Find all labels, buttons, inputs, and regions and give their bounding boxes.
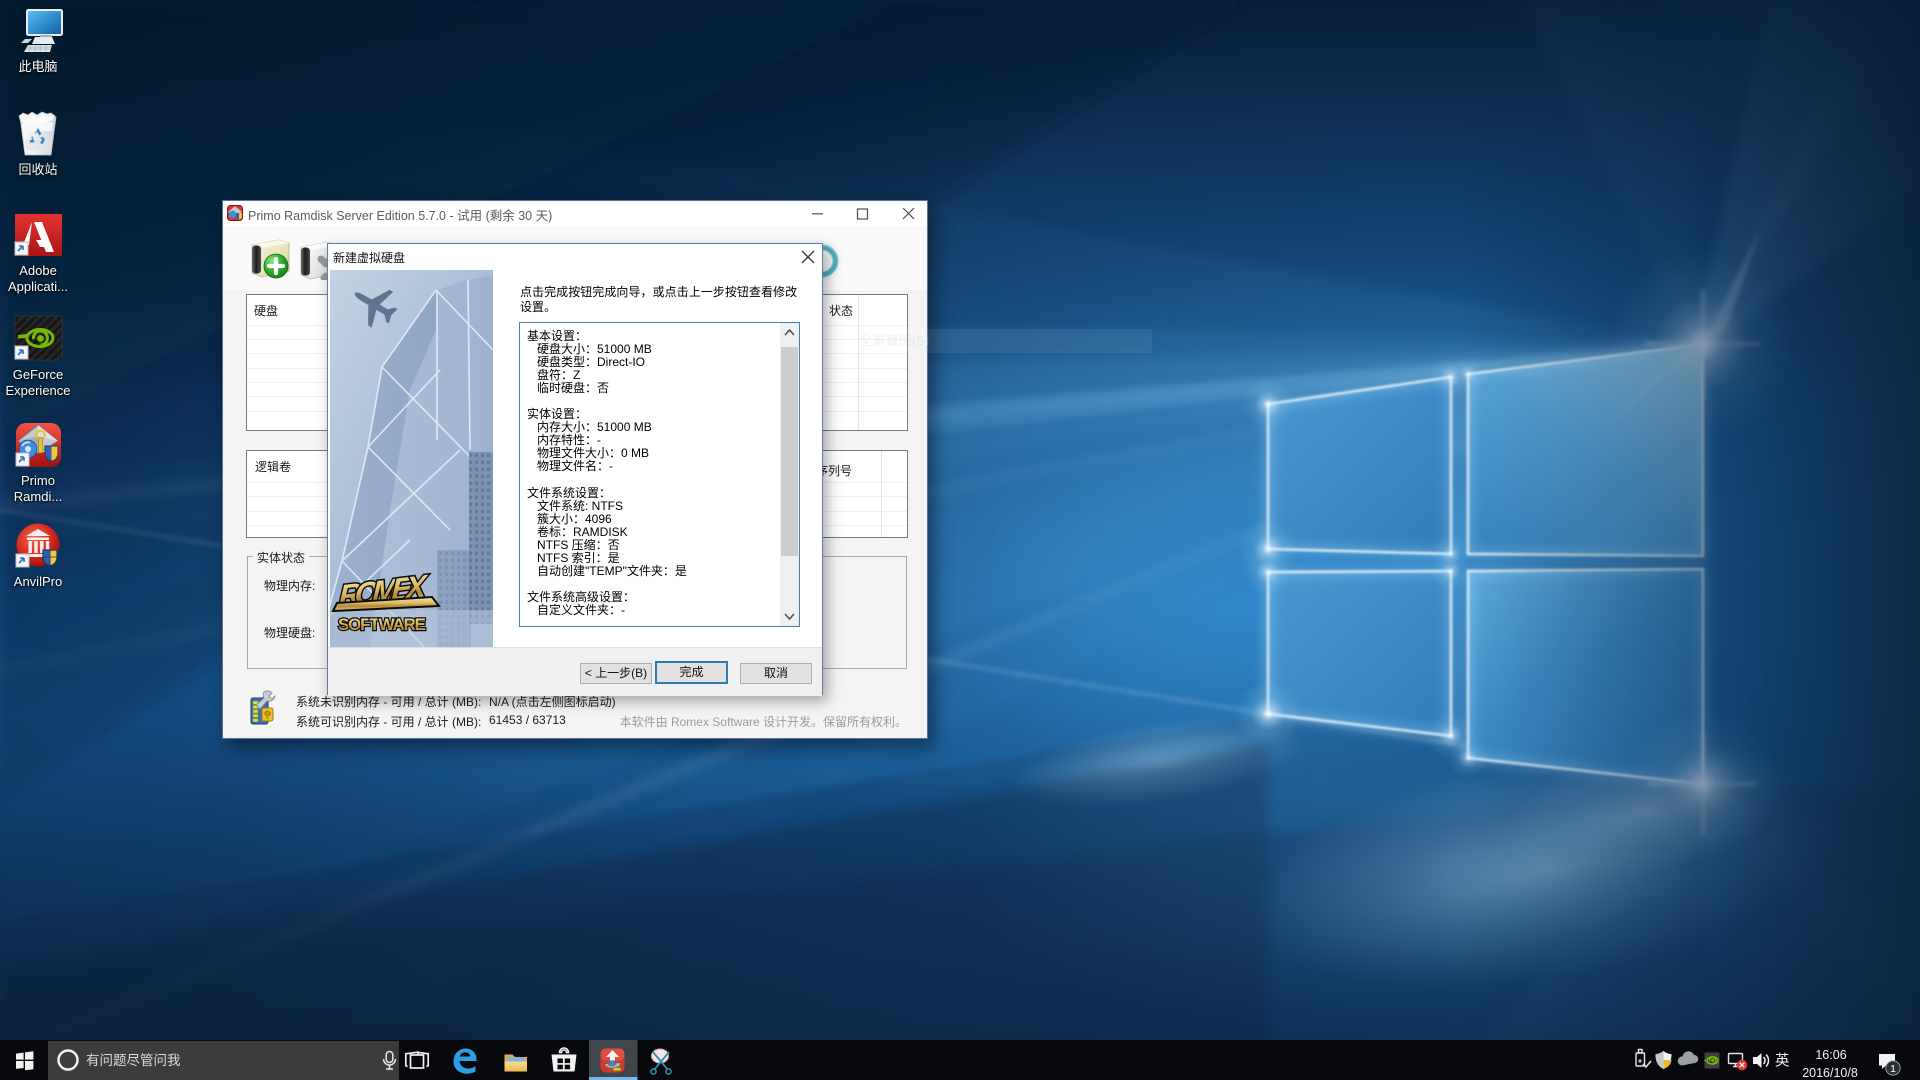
svg-text:1: 1 — [1890, 1063, 1896, 1075]
svg-text:2016/10/8: 2016/10/8 — [1802, 1066, 1858, 1080]
svg-text:16:06: 16:06 — [1815, 1048, 1846, 1062]
svg-text:有问题尽管问我: 有问题尽管问我 — [86, 1053, 181, 1068]
svg-text:SOFTWARE: SOFTWARE — [338, 615, 426, 634]
svg-text:英: 英 — [1775, 1052, 1790, 1070]
